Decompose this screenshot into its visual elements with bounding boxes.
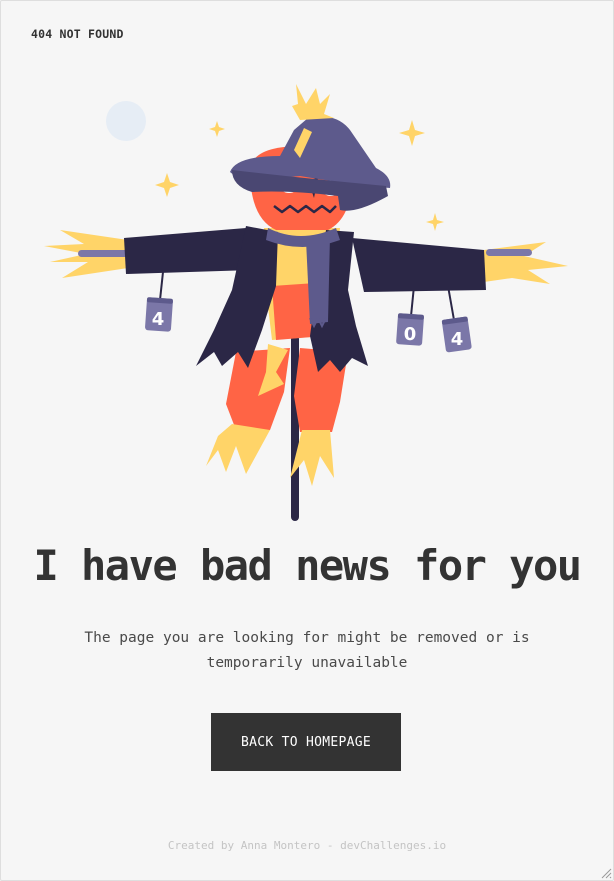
page-title: I have bad news for you xyxy=(33,541,582,590)
footer-credit: Created by Anna Montero - devChallenges.… xyxy=(167,839,447,852)
resize-grip-icon[interactable] xyxy=(600,867,612,879)
moon-icon xyxy=(106,101,146,141)
back-to-homepage-button[interactable]: BACK TO HOMEPAGE xyxy=(211,713,401,771)
can-left-label: 4 xyxy=(152,309,165,330)
can-right-label: 4 xyxy=(451,329,464,350)
right-hand-straw xyxy=(484,242,568,284)
scarecrow-illustration: 4 0 4 xyxy=(44,84,568,521)
hat-straw xyxy=(292,84,334,120)
error-description: The page you are looking for might be re… xyxy=(84,630,530,671)
pole xyxy=(291,335,299,521)
leg-straw xyxy=(206,424,334,486)
can-mid-label: 0 xyxy=(404,324,417,345)
